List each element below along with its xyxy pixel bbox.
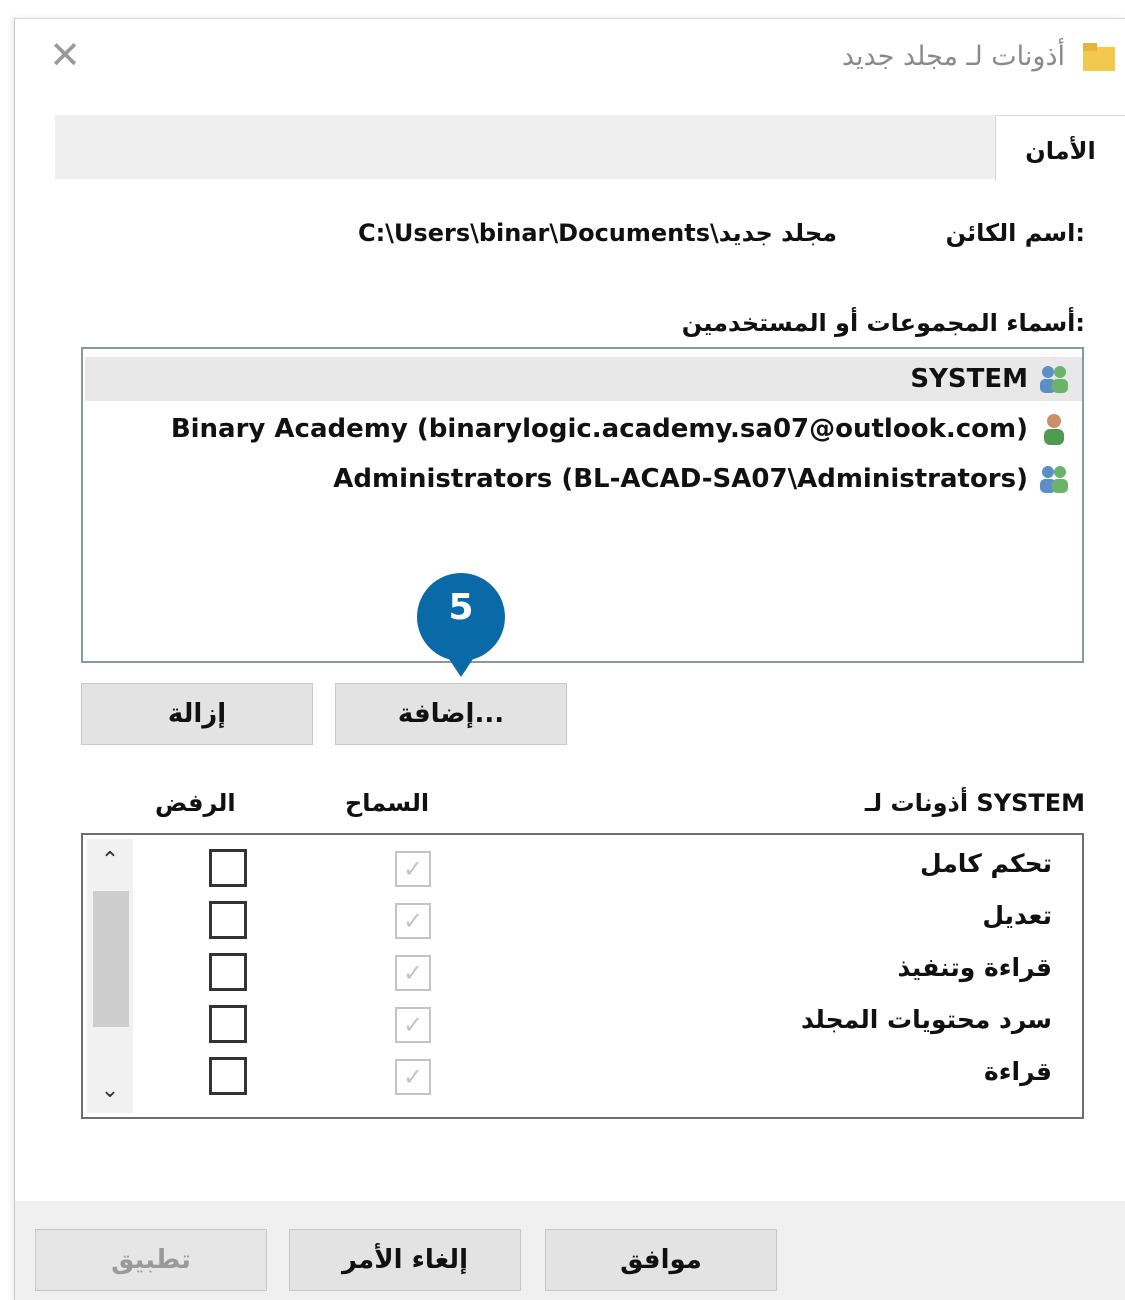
- permissions-label: أذونات لـ SYSTEM: [864, 789, 1085, 817]
- ok-button[interactable]: موافق: [545, 1229, 777, 1291]
- allow-checkbox[interactable]: ✓: [395, 903, 431, 939]
- deny-column-header: الرفض: [155, 789, 236, 817]
- list-item-binary-academy[interactable]: Binary Academy (binarylogic.academy.sa07…: [171, 407, 1072, 451]
- folder-icon: [1083, 43, 1115, 71]
- permission-row: سرد محتويات المجلد ✓: [137, 999, 1076, 1051]
- object-path: C:\Users\binar\Documents\مجلد جديد: [357, 219, 837, 247]
- remove-button[interactable]: إزالة: [81, 683, 313, 745]
- users-list[interactable]: SYSTEM Binary Academy (binarylogic.acade…: [81, 347, 1084, 663]
- deny-checkbox[interactable]: [209, 1005, 247, 1043]
- permission-name: قراءة: [983, 1057, 1052, 1086]
- allow-checkbox[interactable]: ✓: [395, 1007, 431, 1043]
- list-item-system[interactable]: SYSTEM: [85, 357, 1082, 401]
- title-bar: أذونات لـ مجلد جديد ✕: [15, 19, 1125, 99]
- tab-security[interactable]: الأمان: [995, 115, 1125, 181]
- add-button[interactable]: إضافة...: [335, 683, 567, 745]
- step-number: 5: [448, 587, 474, 628]
- allow-checkbox[interactable]: ✓: [395, 851, 431, 887]
- permission-name: تعديل: [982, 901, 1052, 930]
- deny-checkbox[interactable]: [209, 1057, 247, 1095]
- allow-column-header: السماح: [345, 789, 430, 817]
- deny-checkbox[interactable]: [209, 849, 247, 887]
- permission-row: قراءة وتنفيذ ✓: [137, 947, 1076, 999]
- permission-name: سرد محتويات المجلد: [800, 1005, 1052, 1034]
- permission-row: تحكم كامل ✓: [137, 843, 1076, 895]
- apply-button[interactable]: تطبيق: [35, 1229, 267, 1291]
- cancel-button[interactable]: إلغاء الأمر: [289, 1229, 521, 1291]
- window-title: أذونات لـ مجلد جديد: [841, 41, 1065, 72]
- scroll-thumb[interactable]: [93, 891, 129, 1027]
- allow-checkbox[interactable]: ✓: [395, 1059, 431, 1095]
- groups-users-label: أسماء المجموعات أو المستخدمين:: [681, 309, 1085, 337]
- list-item-label: Administrators (BL-ACAD-SA07\Administrat…: [333, 464, 1028, 494]
- list-item-administrators[interactable]: Administrators (BL-ACAD-SA07\Administrat…: [333, 457, 1072, 501]
- permissions-list[interactable]: ⌃ ⌄ تحكم كامل ✓ تعديل ✓ قراءة وتنفيذ ✓ س…: [81, 833, 1084, 1119]
- permission-row: قراءة ✓: [137, 1051, 1076, 1103]
- deny-checkbox[interactable]: [209, 953, 247, 991]
- permission-row: تعديل ✓: [137, 895, 1076, 947]
- allow-checkbox[interactable]: ✓: [395, 955, 431, 991]
- deny-checkbox[interactable]: [209, 901, 247, 939]
- users-group-icon: [1040, 466, 1068, 493]
- scrollbar[interactable]: ⌃ ⌄: [87, 839, 133, 1113]
- permission-name: قراءة وتنفيذ: [897, 953, 1052, 982]
- scroll-up-icon[interactable]: ⌃: [87, 841, 133, 881]
- list-item-label: Binary Academy (binarylogic.academy.sa07…: [170, 414, 1028, 444]
- step-callout-badge: 5: [415, 573, 507, 681]
- tab-strip: [55, 115, 1125, 179]
- permission-name: تحكم كامل: [920, 849, 1052, 878]
- list-item-label: SYSTEM: [910, 364, 1028, 394]
- scroll-down-icon[interactable]: ⌄: [87, 1071, 133, 1111]
- close-icon[interactable]: ✕: [43, 33, 87, 77]
- user-icon: [1044, 414, 1064, 445]
- users-group-icon: [1040, 366, 1068, 393]
- object-name-label: اسم الكائن:: [945, 219, 1085, 247]
- permissions-dialog: أذونات لـ مجلد جديد ✕ الأمان اسم الكائن:…: [14, 18, 1125, 1300]
